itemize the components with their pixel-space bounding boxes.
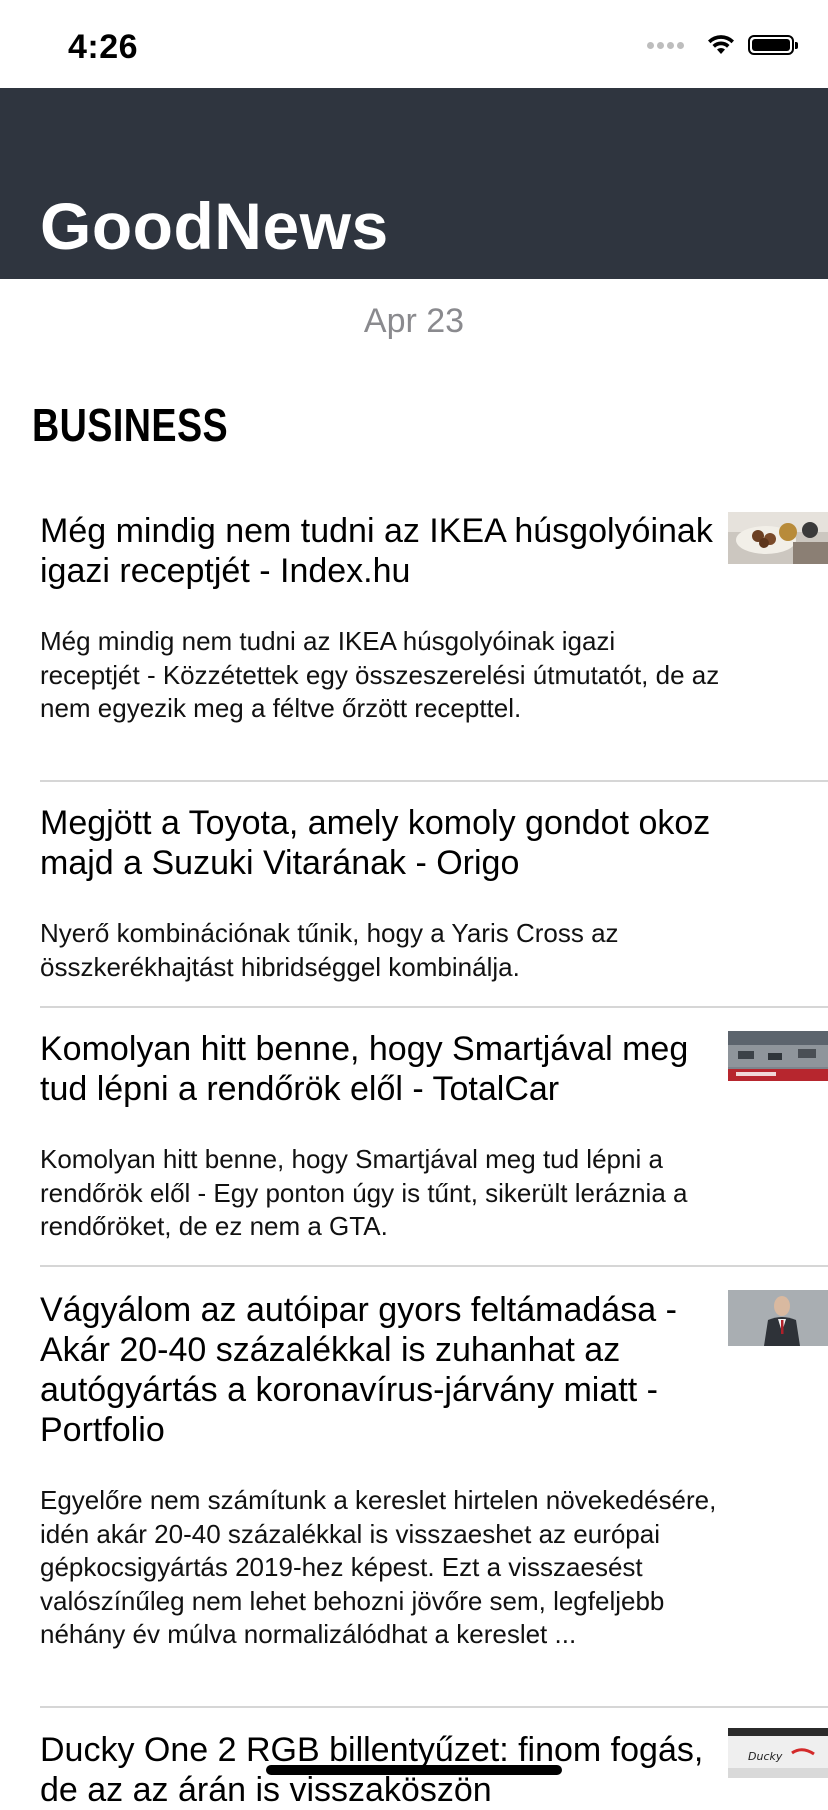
article-item[interactable]: Komolyan hitt benne, hogy Smartjával meg… [40,1029,828,1244]
divider [40,1006,828,1008]
divider [40,780,828,782]
app-title: GoodNews [40,189,389,263]
article-summary: Egyelőre nem számítunk a kereslet hirtel… [40,1485,717,1649]
article-headline: Komolyan hitt benne, hogy Smartjával meg… [40,1030,689,1108]
cellular-signal-icon [647,41,684,49]
section-title: BUSINESS [32,399,229,451]
article-thumbnail [728,1290,828,1346]
article-headline: Még mindig nem tudni az IKEA húsgolyóina… [40,512,713,590]
article-item[interactable]: Még mindig nem tudni az IKEA húsgolyóina… [40,511,828,726]
article-thumbnail [728,512,828,564]
status-bar: 4:26 [0,0,828,88]
status-icons [647,34,798,56]
article-item[interactable]: Megjött a Toyota, amely komoly gondot ok… [40,803,828,984]
status-time: 4:26 [68,28,139,66]
home-indicator[interactable] [266,1765,562,1775]
article-item[interactable]: Vágyálom az autóipar gyors feltámadása -… [40,1290,828,1652]
date-label: Apr 23 [363,302,465,340]
svg-text:Ducky: Ducky [748,1750,783,1763]
article-summary: Még mindig nem tudni az IKEA húsgolyóina… [40,626,720,723]
battery-icon [748,35,798,55]
wifi-icon [708,35,734,54]
divider [40,1706,828,1708]
article-summary: Komolyan hitt benne, hogy Smartjával meg… [40,1144,688,1241]
article-thumbnail: Ducky [728,1728,828,1778]
article-summary: Nyerő kombinációnak tűnik, hogy a Yaris … [40,918,619,982]
divider [40,1265,828,1267]
nav-header: GoodNews [0,88,828,279]
article-headline: Vágyálom az autóipar gyors feltámadása -… [40,1291,677,1449]
article-headline: Megjött a Toyota, amely komoly gondot ok… [40,804,711,882]
article-thumbnail [728,1031,828,1081]
